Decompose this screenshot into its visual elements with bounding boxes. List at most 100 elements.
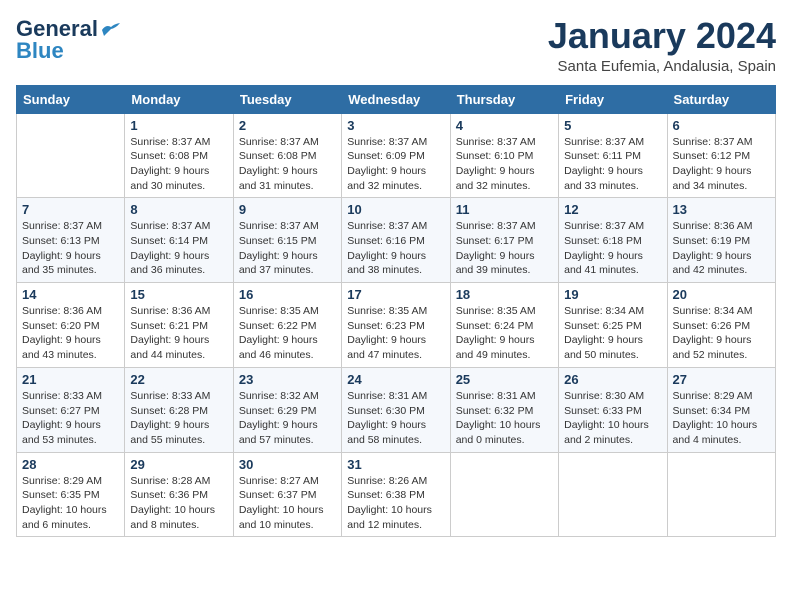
day-number: 19 [564, 287, 661, 302]
calendar-cell: 26 Sunrise: 8:30 AMSunset: 6:33 PMDayligh… [559, 367, 667, 452]
day-info: Sunrise: 8:29 AMSunset: 6:35 PMDaylight:… [22, 474, 119, 533]
day-number: 17 [347, 287, 444, 302]
day-info: Sunrise: 8:37 AMSunset: 6:08 PMDaylight:… [239, 135, 336, 194]
calendar-cell [450, 452, 558, 537]
month-title: January 2024 [548, 16, 776, 56]
calendar-cell: 13 Sunrise: 8:36 AMSunset: 6:19 PMDayligh… [667, 198, 775, 283]
day-number: 18 [456, 287, 553, 302]
day-info: Sunrise: 8:31 AMSunset: 6:32 PMDaylight:… [456, 389, 553, 448]
calendar-cell: 14Sunrise: 8:36 AMSunset: 6:20 PMDayligh… [17, 283, 125, 368]
day-number: 23 [239, 372, 336, 387]
day-info: Sunrise: 8:36 AMSunset: 6:21 PMDaylight:… [130, 304, 227, 363]
day-info: Sunrise: 8:37 AMSunset: 6:17 PMDaylight:… [456, 219, 553, 278]
day-number: 30 [239, 457, 336, 472]
column-header-tuesday: Tuesday [233, 85, 341, 113]
calendar-cell: 16Sunrise: 8:35 AMSunset: 6:22 PMDayligh… [233, 283, 341, 368]
day-info: Sunrise: 8:26 AMSunset: 6:38 PMDaylight:… [347, 474, 444, 533]
location-title: Santa Eufemia, Andalusia, Spain [548, 58, 776, 75]
calendar-cell: 27 Sunrise: 8:29 AMSunset: 6:34 PMDayligh… [667, 367, 775, 452]
calendar-cell: 18 Sunrise: 8:35 AMSunset: 6:24 PMDayligh… [450, 283, 558, 368]
day-number: 2 [239, 118, 336, 133]
calendar-cell: 23Sunrise: 8:32 AMSunset: 6:29 PMDayligh… [233, 367, 341, 452]
column-header-monday: Monday [125, 85, 233, 113]
day-info: Sunrise: 8:35 AMSunset: 6:23 PMDaylight:… [347, 304, 444, 363]
day-number: 21 [22, 372, 119, 387]
day-info: Sunrise: 8:37 AMSunset: 6:16 PMDaylight:… [347, 219, 444, 278]
calendar-cell [559, 452, 667, 537]
day-number: 4 [456, 118, 553, 133]
day-number: 15 [130, 287, 227, 302]
day-info: Sunrise: 8:27 AMSunset: 6:37 PMDaylight:… [239, 474, 336, 533]
calendar-cell [667, 452, 775, 537]
day-number: 3 [347, 118, 444, 133]
day-info: Sunrise: 8:36 AMSunset: 6:19 PMDaylight:… [673, 219, 770, 278]
calendar-cell: 31 Sunrise: 8:26 AMSunset: 6:38 PMDayligh… [342, 452, 450, 537]
calendar-week-row: 7 Sunrise: 8:37 AMSunset: 6:13 PMDaylight… [17, 198, 776, 283]
day-number: 31 [347, 457, 444, 472]
page-header: General Blue January 2024 Santa Eufemia,… [16, 16, 776, 75]
day-info: Sunrise: 8:37 AMSunset: 6:13 PMDaylight:… [22, 219, 119, 278]
calendar-cell: 11Sunrise: 8:37 AMSunset: 6:17 PMDayligh… [450, 198, 558, 283]
calendar-cell: 4 Sunrise: 8:37 AMSunset: 6:10 PMDaylight… [450, 113, 558, 198]
day-info: Sunrise: 8:37 AMSunset: 6:11 PMDaylight:… [564, 135, 661, 194]
day-info: Sunrise: 8:33 AMSunset: 6:28 PMDaylight:… [130, 389, 227, 448]
calendar-cell: 21 Sunrise: 8:33 AMSunset: 6:27 PMDayligh… [17, 367, 125, 452]
column-header-sunday: Sunday [17, 85, 125, 113]
calendar-cell: 20Sunrise: 8:34 AMSunset: 6:26 PMDayligh… [667, 283, 775, 368]
calendar-cell: 28 Sunrise: 8:29 AMSunset: 6:35 PMDayligh… [17, 452, 125, 537]
calendar-cell: 22Sunrise: 8:33 AMSunset: 6:28 PMDayligh… [125, 367, 233, 452]
day-info: Sunrise: 8:37 AMSunset: 6:09 PMDaylight:… [347, 135, 444, 194]
calendar-cell: 1 Sunrise: 8:37 AMSunset: 6:08 PMDaylight… [125, 113, 233, 198]
day-number: 7 [22, 202, 119, 217]
calendar-week-row: 28 Sunrise: 8:29 AMSunset: 6:35 PMDayligh… [17, 452, 776, 537]
day-number: 26 [564, 372, 661, 387]
title-block: January 2024 Santa Eufemia, Andalusia, S… [548, 16, 776, 75]
calendar-cell: 25 Sunrise: 8:31 AMSunset: 6:32 PMDayligh… [450, 367, 558, 452]
calendar-week-row: 1 Sunrise: 8:37 AMSunset: 6:08 PMDaylight… [17, 113, 776, 198]
calendar-cell: 15 Sunrise: 8:36 AMSunset: 6:21 PMDayligh… [125, 283, 233, 368]
column-header-friday: Friday [559, 85, 667, 113]
day-info: Sunrise: 8:28 AMSunset: 6:36 PMDaylight:… [130, 474, 227, 533]
day-number: 5 [564, 118, 661, 133]
day-info: Sunrise: 8:37 AMSunset: 6:10 PMDaylight:… [456, 135, 553, 194]
day-info: Sunrise: 8:30 AMSunset: 6:33 PMDaylight:… [564, 389, 661, 448]
day-number: 6 [673, 118, 770, 133]
calendar-cell: 9Sunrise: 8:37 AMSunset: 6:15 PMDaylight… [233, 198, 341, 283]
calendar-week-row: 14Sunrise: 8:36 AMSunset: 6:20 PMDayligh… [17, 283, 776, 368]
day-info: Sunrise: 8:29 AMSunset: 6:34 PMDaylight:… [673, 389, 770, 448]
day-number: 28 [22, 457, 119, 472]
logo: General Blue [16, 16, 122, 64]
day-info: Sunrise: 8:37 AMSunset: 6:18 PMDaylight:… [564, 219, 661, 278]
calendar-cell: 19 Sunrise: 8:34 AMSunset: 6:25 PMDayligh… [559, 283, 667, 368]
day-info: Sunrise: 8:35 AMSunset: 6:22 PMDaylight:… [239, 304, 336, 363]
calendar-cell: 10 Sunrise: 8:37 AMSunset: 6:16 PMDayligh… [342, 198, 450, 283]
day-number: 9 [239, 202, 336, 217]
day-number: 25 [456, 372, 553, 387]
logo-blue: Blue [16, 38, 64, 64]
calendar-cell: 6Sunrise: 8:37 AMSunset: 6:12 PMDaylight… [667, 113, 775, 198]
day-info: Sunrise: 8:31 AMSunset: 6:30 PMDaylight:… [347, 389, 444, 448]
day-number: 13 [673, 202, 770, 217]
day-info: Sunrise: 8:35 AMSunset: 6:24 PMDaylight:… [456, 304, 553, 363]
logo-bird-icon [100, 22, 122, 38]
calendar-cell: 8 Sunrise: 8:37 AMSunset: 6:14 PMDaylight… [125, 198, 233, 283]
calendar-cell: 12Sunrise: 8:37 AMSunset: 6:18 PMDayligh… [559, 198, 667, 283]
day-info: Sunrise: 8:33 AMSunset: 6:27 PMDaylight:… [22, 389, 119, 448]
day-info: Sunrise: 8:37 AMSunset: 6:14 PMDaylight:… [130, 219, 227, 278]
calendar-week-row: 21 Sunrise: 8:33 AMSunset: 6:27 PMDayligh… [17, 367, 776, 452]
calendar-cell: 3 Sunrise: 8:37 AMSunset: 6:09 PMDaylight… [342, 113, 450, 198]
day-number: 8 [130, 202, 227, 217]
column-header-wednesday: Wednesday [342, 85, 450, 113]
calendar-cell: 2 Sunrise: 8:37 AMSunset: 6:08 PMDaylight… [233, 113, 341, 198]
day-number: 1 [130, 118, 227, 133]
calendar-cell: 29Sunrise: 8:28 AMSunset: 6:36 PMDayligh… [125, 452, 233, 537]
calendar-cell: 7 Sunrise: 8:37 AMSunset: 6:13 PMDaylight… [17, 198, 125, 283]
day-info: Sunrise: 8:34 AMSunset: 6:25 PMDaylight:… [564, 304, 661, 363]
day-number: 10 [347, 202, 444, 217]
day-info: Sunrise: 8:36 AMSunset: 6:20 PMDaylight:… [22, 304, 119, 363]
calendar-cell: 24 Sunrise: 8:31 AMSunset: 6:30 PMDayligh… [342, 367, 450, 452]
calendar-cell: 5 Sunrise: 8:37 AMSunset: 6:11 PMDaylight… [559, 113, 667, 198]
day-number: 27 [673, 372, 770, 387]
day-info: Sunrise: 8:37 AMSunset: 6:08 PMDaylight:… [130, 135, 227, 194]
day-number: 24 [347, 372, 444, 387]
